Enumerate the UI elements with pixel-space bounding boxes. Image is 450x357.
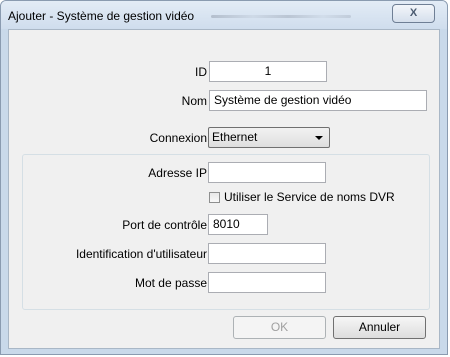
close-button[interactable]: X (392, 4, 435, 23)
connection-dropdown[interactable]: Ethernet (208, 127, 330, 148)
dvr-name-service-label[interactable]: Utiliser le Service de noms DVR (224, 190, 395, 204)
ip-label: Adresse IP (148, 166, 207, 180)
ip-address-field[interactable] (208, 162, 326, 183)
title-blur-decoration (211, 15, 351, 18)
id-field[interactable]: 1 (209, 61, 327, 82)
password-field[interactable] (208, 272, 326, 293)
cancel-button[interactable]: Annuler (333, 316, 426, 339)
ok-button[interactable]: OK (233, 316, 326, 339)
control-port-field[interactable]: 8010 (208, 214, 268, 235)
port-label: Port de contrôle (122, 218, 207, 232)
name-field[interactable]: Système de gestion vidéo (209, 90, 427, 111)
connection-label: Connexion (149, 131, 207, 145)
window-title: Ajouter - Système de gestion vidéo (8, 9, 195, 23)
title-bar[interactable]: Ajouter - Système de gestion vidéo X (1, 1, 447, 29)
id-label: ID (195, 65, 207, 79)
name-label: Nom (181, 94, 207, 108)
close-icon: X (409, 7, 418, 19)
user-id-field[interactable] (208, 243, 326, 264)
password-label: Mot de passe (134, 276, 207, 290)
dialog-body: ID 1 Nom Système de gestion vidéo Connex… (8, 29, 440, 349)
connection-value: Ethernet (212, 130, 258, 144)
chevron-down-icon (315, 136, 323, 140)
connection-settings-group: Adresse IP Utiliser le Service de noms D… (22, 154, 430, 310)
user-id-label: Identification d'utilisateur (75, 247, 207, 261)
dvr-name-service-checkbox[interactable] (209, 192, 220, 203)
add-vms-dialog: Ajouter - Système de gestion vidéo X ID … (0, 0, 448, 355)
